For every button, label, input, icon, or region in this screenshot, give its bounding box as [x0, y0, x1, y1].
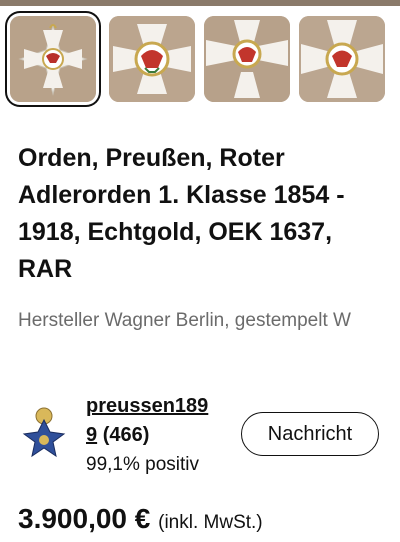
order-cross-image	[204, 16, 290, 102]
seller-rating-count: (466)	[102, 424, 150, 446]
seller-name-link[interactable]: preussen189 9 (466)	[86, 392, 236, 450]
seller-feedback: 99,1% positiv	[86, 454, 200, 475]
thumbnail-3[interactable]	[204, 16, 290, 102]
thumbnail-gallery	[10, 16, 390, 106]
seller-avatar[interactable]	[18, 402, 70, 464]
thumbnail-4[interactable]	[299, 16, 385, 102]
price-amount: 3.900,00 €	[18, 503, 151, 534]
thumbnail-2[interactable]	[109, 16, 195, 102]
listing-title: Orden, Preußen, Roter Adlerorden 1. Klas…	[18, 144, 345, 283]
order-cross-image	[109, 16, 195, 102]
price-tax-note: (inkl. MwSt.)	[158, 512, 263, 533]
previous-image-strip	[0, 0, 400, 6]
seller-username-line2[interactable]: 9	[86, 424, 97, 446]
message-seller-button[interactable]: Nachricht	[241, 412, 379, 456]
order-cross-image	[299, 16, 385, 102]
order-cross-image	[10, 16, 96, 102]
listing-subtitle: Hersteller Wagner Berlin, gestempelt W	[18, 310, 351, 331]
thumbnail-1[interactable]	[10, 16, 96, 102]
price-row: 3.900,00 € (inkl. MwSt.)	[18, 503, 263, 535]
seller-username-line1[interactable]: preussen189	[86, 395, 208, 417]
order-star-avatar-icon	[22, 407, 66, 458]
